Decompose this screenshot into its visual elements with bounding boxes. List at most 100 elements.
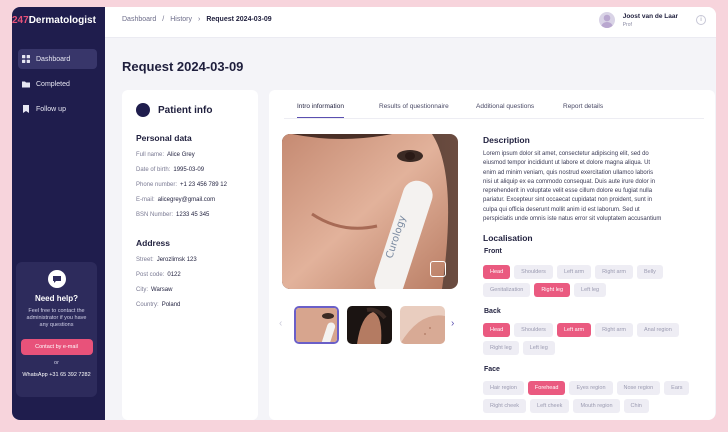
chip-face-left-cheek[interactable]: Left cheek <box>530 399 570 413</box>
grid-icon <box>22 55 30 63</box>
user-role: Prof <box>622 21 632 28</box>
request-details-card: Intro information Results of questionnai… <box>269 90 715 420</box>
help-box: Need help? Feel free to contact the admi… <box>16 262 97 397</box>
chip-back-right-leg[interactable]: Right leg <box>483 341 519 355</box>
breadcrumb-current: Request 2024-03-09 <box>206 16 272 23</box>
field-label: City: <box>136 287 148 293</box>
description-title: Description <box>483 135 530 145</box>
user-name: Joost van de Laar <box>622 12 678 20</box>
breadcrumb: Dashboard / History › Request 2024-03-09 <box>122 16 272 23</box>
help-or: or <box>54 359 59 366</box>
chip-back-shoulders[interactable]: Shoulders <box>514 323 553 337</box>
nav-item-dashboard[interactable]: Dashboard <box>18 49 97 69</box>
field-full-name: Full name: Alice Grey <box>136 152 244 158</box>
field-country: Country: Poland <box>136 302 244 308</box>
patient-icon <box>136 103 150 117</box>
thumbnail-3[interactable] <box>400 306 445 344</box>
help-title: Need help? <box>34 294 79 303</box>
logo-name: Dermatologist <box>28 15 96 26</box>
chips-front: Head Shoulders Left arm Right arm Belly … <box>483 265 709 297</box>
info-icon[interactable]: i <box>696 15 706 25</box>
field-value: alicegrey@gmail.com <box>157 197 216 203</box>
chip-back-anal-region[interactable]: Anal region <box>636 323 679 337</box>
thumbnail-1[interactable] <box>294 306 339 344</box>
chip-face-chin[interactable]: Chin <box>623 399 649 413</box>
field-post-code: Post code: 0122 <box>136 272 244 278</box>
field-label: BSN Number: <box>136 212 174 218</box>
tab-additional-questions[interactable]: Additional questions <box>476 103 534 110</box>
chips-back: Head Shoulders Left arm Right arm Anal r… <box>483 323 709 355</box>
chip-front-head[interactable]: Head <box>483 265 511 279</box>
group-face-title: Face <box>484 366 500 373</box>
field-label: Street: <box>136 257 154 263</box>
chip-front-left-leg[interactable]: Left leg <box>574 283 607 297</box>
chat-icon <box>47 270 66 288</box>
tab-results-of-questionnaire[interactable]: Results of questionnaire <box>379 103 449 110</box>
chip-front-shoulders[interactable]: Shoulders <box>514 265 553 279</box>
chevron-left-icon[interactable]: ‹ <box>279 318 282 329</box>
patient-info-card: Patient info Personal data Full name: Ali… <box>122 90 258 420</box>
field-label: Post code: <box>136 272 165 278</box>
field-value: Warsaw <box>151 287 173 293</box>
chevron-right-icon: › <box>197 16 201 23</box>
chip-front-right-leg[interactable]: Right leg <box>534 283 571 297</box>
chip-face-ears[interactable]: Ears <box>664 381 690 395</box>
chip-front-genitalization[interactable]: Genitalization <box>483 283 531 297</box>
chip-face-right-cheek[interactable]: Right cheek <box>483 399 527 413</box>
chips-face: Hair region Forehead Eyes region Nose re… <box>483 381 709 413</box>
folder-icon <box>22 81 30 88</box>
tab-bar: Intro information Results of questionnai… <box>284 99 704 119</box>
topbar: Dashboard / History › Request 2024-03-09… <box>105 7 716 38</box>
chip-front-right-arm[interactable]: Right arm <box>595 265 633 279</box>
nav-label: Completed <box>36 80 70 88</box>
chip-back-right-arm[interactable]: Right arm <box>595 323 633 337</box>
avatar <box>598 12 615 28</box>
chip-face-eyes-region[interactable]: Eyes region <box>569 381 613 395</box>
localisation-title: Localisation <box>483 233 533 243</box>
group-front-title: Front <box>484 248 502 255</box>
breadcrumb-history[interactable]: History <box>170 16 192 23</box>
chip-face-nose-region[interactable]: Nose region <box>616 381 661 395</box>
chip-face-hair-region[interactable]: Hair region <box>483 381 524 395</box>
field-label: Full name: <box>136 152 165 158</box>
breadcrumb-separator: / <box>162 16 165 23</box>
chip-face-forehead[interactable]: Forehead <box>527 381 566 395</box>
field-value: Jerozlimsk 123 <box>156 257 197 263</box>
contact-email-button[interactable]: Contact by e-mail <box>20 338 93 355</box>
field-value: 1995-03-09 <box>173 167 205 173</box>
main-photo[interactable]: Curology <box>282 134 458 289</box>
field-value: 1233 45 345 <box>176 212 210 218</box>
user-menu[interactable]: Joost van de Laar Prof i <box>598 12 706 28</box>
tab-report-details[interactable]: Report details <box>563 103 603 110</box>
expand-icon[interactable] <box>430 261 446 277</box>
chevron-right-icon[interactable]: › <box>451 318 454 329</box>
description-text: Lorem ipsum dolor sit amet, consectetur … <box>483 151 662 222</box>
chip-back-left-leg[interactable]: Left leg <box>522 341 555 355</box>
field-street: Street: Jerozlimsk 123 <box>136 257 244 263</box>
field-bsn: BSN Number: 1233 45 345 <box>136 212 244 218</box>
nav-label: Dashboard <box>36 55 71 63</box>
thumbnail-strip: ‹ › <box>279 306 459 346</box>
patient-info-header: Patient info <box>136 103 244 117</box>
logo[interactable]: 247Dermatologist <box>12 15 96 26</box>
tab-intro-information[interactable]: Intro information <box>297 103 344 118</box>
field-city: City: Warsaw <box>136 287 244 293</box>
sidebar: 247Dermatologist Dashboard Completed Fol… <box>12 7 105 420</box>
field-phone: Phone number: +1 23 456 789 12 <box>136 182 244 188</box>
thumbnail-2[interactable] <box>347 306 392 344</box>
group-back-title: Back <box>484 308 501 315</box>
logo-prefix: 247 <box>12 15 29 26</box>
whatsapp-number[interactable]: WhatsApp +31 65 392 7282 <box>16 372 97 378</box>
chip-front-left-arm[interactable]: Left arm <box>556 265 592 279</box>
chip-front-belly[interactable]: Belly <box>636 265 663 279</box>
personal-data-title: Personal data <box>136 133 192 143</box>
chip-face-mouth-region[interactable]: Mouth region <box>573 399 620 413</box>
field-label: Country: <box>136 302 159 308</box>
breadcrumb-dashboard[interactable]: Dashboard <box>122 16 156 23</box>
nav-item-follow-up[interactable]: Follow up <box>18 99 97 119</box>
chip-back-head[interactable]: Head <box>483 323 511 337</box>
field-label: Date of birth: <box>136 167 171 173</box>
nav-item-completed[interactable]: Completed <box>18 74 97 94</box>
chip-back-left-arm[interactable]: Left arm <box>556 323 592 337</box>
nav-label: Follow up <box>36 105 66 113</box>
